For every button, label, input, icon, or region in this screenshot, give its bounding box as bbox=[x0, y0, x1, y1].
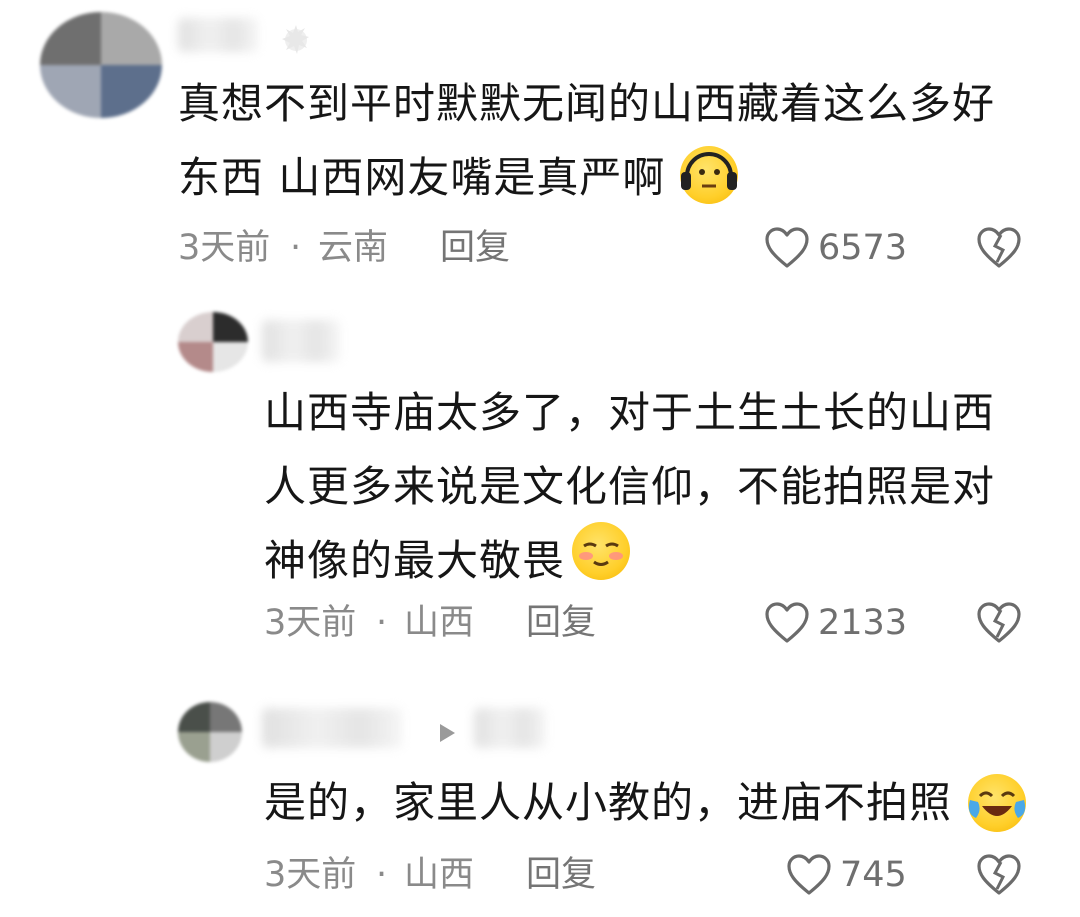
comment-text-line: 山西寺庙太多了，对于土生土长的山西 bbox=[264, 388, 996, 437]
reply-button[interactable]: 回复 bbox=[440, 223, 510, 273]
comment-time: 3天前 bbox=[178, 228, 271, 268]
heart-outline-icon[interactable] bbox=[786, 853, 832, 897]
tears-of-joy-emoji bbox=[968, 774, 1026, 832]
broken-heart-icon[interactable] bbox=[976, 226, 1022, 270]
heart-outline-icon[interactable] bbox=[764, 226, 810, 270]
headphones-shush-emoji bbox=[680, 146, 738, 204]
broken-heart-icon[interactable] bbox=[976, 853, 1022, 897]
username[interactable] bbox=[262, 708, 402, 748]
avatar[interactable] bbox=[178, 312, 248, 372]
comment-text-line: 人更多来说是文化信仰，不能拍照是对 bbox=[264, 462, 996, 511]
user-badge-icon bbox=[276, 22, 316, 58]
like-count: 745 bbox=[840, 855, 907, 895]
play-triangle-icon bbox=[436, 722, 458, 744]
comment-text-line: 东西 山西网友嘴是真严啊 bbox=[178, 153, 666, 202]
comment-time: 3天前 bbox=[264, 855, 357, 895]
meta-separator: · bbox=[290, 228, 302, 268]
heart-outline-icon[interactable] bbox=[764, 601, 810, 645]
comment-location: 山西 bbox=[404, 603, 475, 643]
comment-text-line: 神像的最大敬畏 bbox=[264, 536, 566, 585]
comment-time: 3天前 bbox=[264, 603, 357, 643]
username[interactable] bbox=[262, 320, 340, 362]
avatar[interactable] bbox=[178, 702, 242, 762]
meta-separator: · bbox=[376, 603, 388, 643]
like-count: 2133 bbox=[818, 603, 908, 643]
avatar[interactable] bbox=[40, 12, 162, 118]
meta-separator: · bbox=[376, 855, 388, 895]
reply-to-username[interactable] bbox=[474, 708, 546, 748]
comment-text-line: 真想不到平时默默无闻的山西藏着这么多好 bbox=[178, 79, 996, 128]
username[interactable] bbox=[178, 18, 258, 52]
reply-button[interactable]: 回复 bbox=[526, 850, 596, 900]
comment-location: 山西 bbox=[404, 855, 475, 895]
broken-heart-icon[interactable] bbox=[976, 601, 1022, 645]
like-count: 6573 bbox=[818, 228, 908, 268]
comment-text-line: 是的，家里人从小教的，进庙不拍照 bbox=[264, 778, 953, 827]
reply-button[interactable]: 回复 bbox=[526, 598, 596, 648]
comment-location: 云南 bbox=[318, 228, 389, 268]
blush-smile-emoji bbox=[572, 522, 630, 580]
